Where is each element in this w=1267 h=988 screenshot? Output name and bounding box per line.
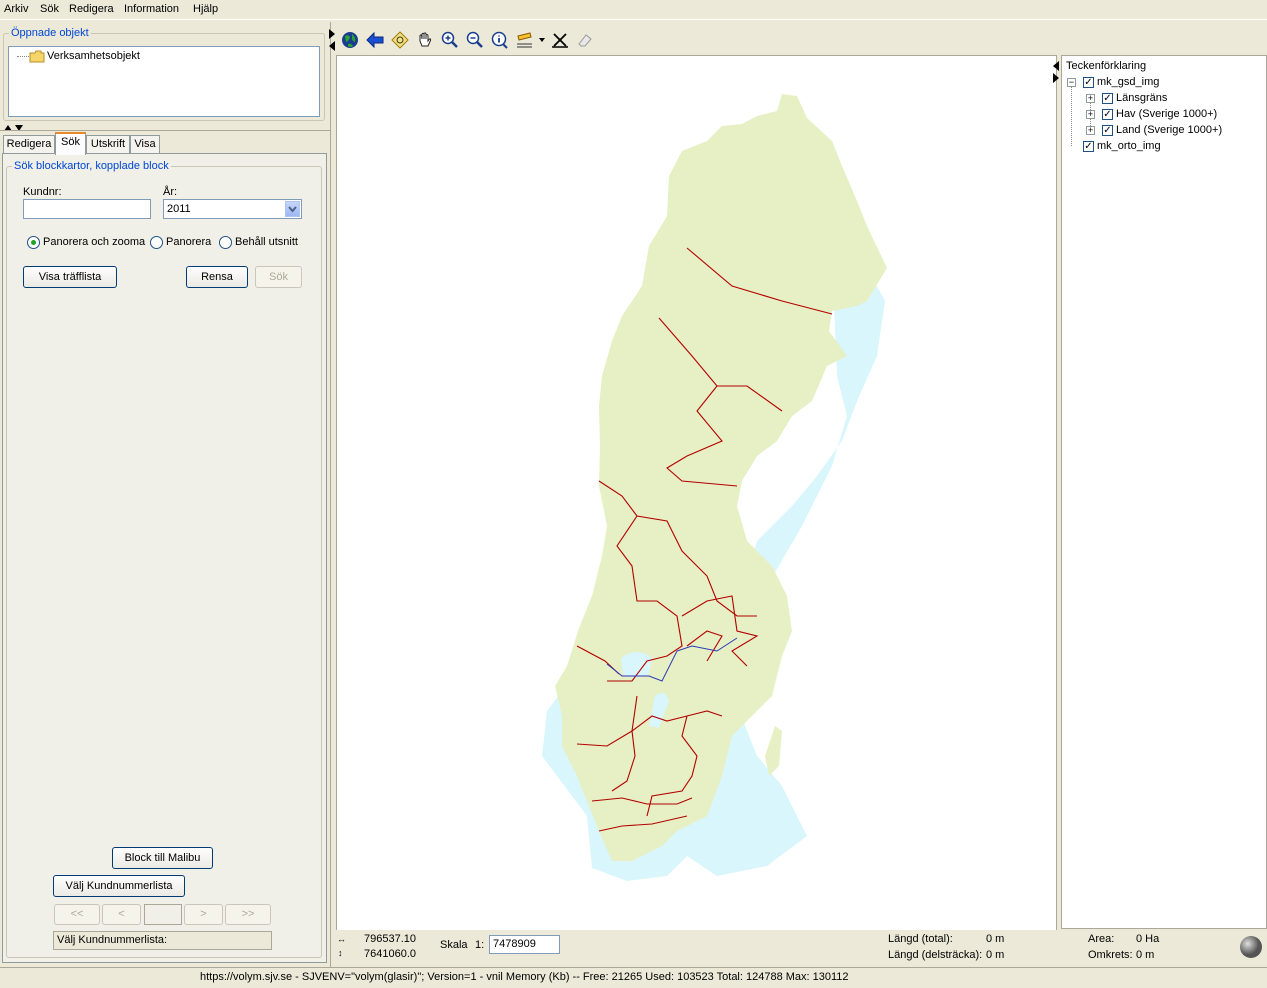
radio-pan-zoom[interactable]: [27, 236, 40, 249]
menu-sok[interactable]: Sök: [40, 3, 59, 15]
length-total-value: 0 m: [986, 933, 1005, 945]
customer-list-status: Välj Kundnummerlista:: [53, 931, 272, 950]
length-part-label: Längd (delsträcka):: [888, 949, 983, 961]
scale-label: Skala: [440, 939, 468, 951]
zoom-out-icon[interactable]: [465, 30, 485, 50]
footer-text: https://volym.sjv.se - SJVENV="volym(gla…: [200, 971, 849, 983]
length-total-label: Längd (total):: [888, 933, 953, 945]
measure-icon[interactable]: [515, 30, 535, 50]
zoom-extent-icon[interactable]: [390, 30, 410, 50]
checkbox-lansgrans[interactable]: ✓: [1102, 93, 1113, 104]
chevron-down-icon: [288, 206, 297, 213]
kundnr-label: Kundnr:: [23, 186, 62, 198]
loading-globe-icon: [1240, 936, 1262, 958]
search-button[interactable]: Sök: [255, 266, 302, 288]
island-gotland: [765, 726, 782, 776]
tree-line: [1071, 78, 1072, 146]
radio-keep-extent-label: Behåll utsnitt: [235, 236, 298, 248]
collapse-left-icon[interactable]: [328, 28, 336, 52]
folder-icon: [29, 50, 45, 63]
area-label: Area:: [1088, 933, 1115, 945]
legend-layer-hav[interactable]: Hav (Sverige 1000+): [1116, 108, 1217, 120]
y-coordinate: 7641060.0: [364, 948, 416, 960]
y-coord-icon: ↕: [338, 948, 343, 958]
radio-pan-zoom-label: Panorera och zooma: [43, 236, 146, 248]
info-icon[interactable]: [490, 30, 510, 50]
radio-pan-label: Panorera: [166, 236, 212, 248]
tab-redigera[interactable]: Redigera: [3, 135, 55, 153]
perimeter-value: 0 m: [1136, 949, 1155, 961]
menu-information[interactable]: Information: [124, 3, 179, 15]
pan-hand-icon[interactable]: [415, 30, 435, 50]
checkbox-land[interactable]: ✓: [1102, 125, 1113, 136]
year-dropdown-button[interactable]: [285, 201, 300, 217]
nav-last-button[interactable]: >>: [225, 904, 271, 925]
clear-button[interactable]: Rensa: [186, 266, 248, 288]
menu-hjalp[interactable]: Hjälp: [193, 3, 218, 15]
year-select-value: 2011: [167, 203, 191, 215]
expand-toggle-land[interactable]: +: [1086, 126, 1095, 135]
checkbox-mk-gsd[interactable]: ✓: [1083, 77, 1094, 88]
scale-prefix: 1:: [475, 939, 485, 951]
year-select[interactable]: 2011: [163, 199, 302, 219]
zoom-in-icon[interactable]: [440, 30, 460, 50]
collapse-legend-icon[interactable]: [1052, 60, 1060, 84]
menu-arkiv[interactable]: Arkiv: [4, 3, 28, 15]
tab-sok[interactable]: Sök: [55, 132, 86, 155]
perimeter-label: Omkrets:: [1088, 949, 1133, 961]
measure-dropdown-icon[interactable]: [538, 37, 546, 43]
choose-customer-list-button[interactable]: Välj Kundnummerlista: [53, 875, 185, 897]
legend-panel: Teckenförklaring − ✓ mk_gsd_img + ✓ Läns…: [1061, 55, 1267, 929]
length-part-value: 0 m: [986, 949, 1005, 961]
scale-input[interactable]: 7478909: [489, 935, 560, 954]
nav-next-button[interactable]: >: [184, 904, 223, 925]
kundnr-input[interactable]: [23, 199, 151, 219]
area-value: 0 Ha: [1136, 933, 1160, 945]
lake-vanern: [621, 652, 652, 678]
clear-measure-icon[interactable]: [550, 30, 570, 50]
radio-keep-extent[interactable]: [219, 236, 232, 249]
legend-layer-mk-orto[interactable]: mk_orto_img: [1097, 140, 1161, 152]
nav-prev-button[interactable]: <: [102, 904, 141, 925]
menubar: Arkiv Sök Redigera Information Hjälp: [0, 0, 1267, 20]
checkbox-hav[interactable]: ✓: [1102, 109, 1113, 120]
checkbox-mk-orto[interactable]: ✓: [1083, 141, 1094, 152]
x-coord-icon: ↔: [337, 934, 346, 944]
globe-icon[interactable]: [340, 30, 360, 50]
legend-layer-lansgrans[interactable]: Länsgräns: [1116, 92, 1167, 104]
radio-pan[interactable]: [150, 236, 163, 249]
tab-visa[interactable]: Visa: [130, 135, 160, 153]
splitter-line: [0, 130, 330, 131]
collapse-toggle-mk-gsd[interactable]: −: [1067, 78, 1076, 87]
legend-title: Teckenförklaring: [1066, 60, 1147, 72]
eraser-icon[interactable]: [575, 30, 595, 50]
search-group-title: Sök blockkartor, kopplade block: [12, 160, 171, 172]
map-canvas[interactable]: [336, 55, 1057, 931]
expand-toggle-lansgrans[interactable]: +: [1086, 94, 1095, 103]
expand-toggle-hav[interactable]: +: [1086, 110, 1095, 119]
back-arrow-icon[interactable]: [365, 30, 385, 50]
block-to-malibu-button[interactable]: Block till Malibu: [112, 847, 213, 869]
nav-first-button[interactable]: <<: [54, 904, 100, 925]
nav-page-field[interactable]: [144, 904, 182, 925]
opened-objects-tree[interactable]: Verksamhetsobjekt: [8, 46, 320, 117]
tab-utskrift[interactable]: Utskrift: [86, 135, 130, 153]
legend-layer-mk-gsd[interactable]: mk_gsd_img: [1097, 76, 1159, 88]
menu-redigera[interactable]: Redigera: [69, 3, 114, 15]
x-coordinate: 796537.10: [364, 933, 416, 945]
opened-objects-title: Öppnade objekt: [9, 27, 91, 39]
tree-item-verksamhetsobjekt[interactable]: Verksamhetsobjekt: [47, 50, 140, 62]
legend-layer-land[interactable]: Land (Sverige 1000+): [1116, 124, 1222, 136]
show-hits-button[interactable]: Visa träfflista: [23, 266, 117, 288]
year-label: År:: [163, 186, 178, 198]
sweden-map: [542, 94, 887, 881]
footer-status: https://volym.sjv.se - SJVENV="volym(gla…: [0, 967, 1267, 988]
